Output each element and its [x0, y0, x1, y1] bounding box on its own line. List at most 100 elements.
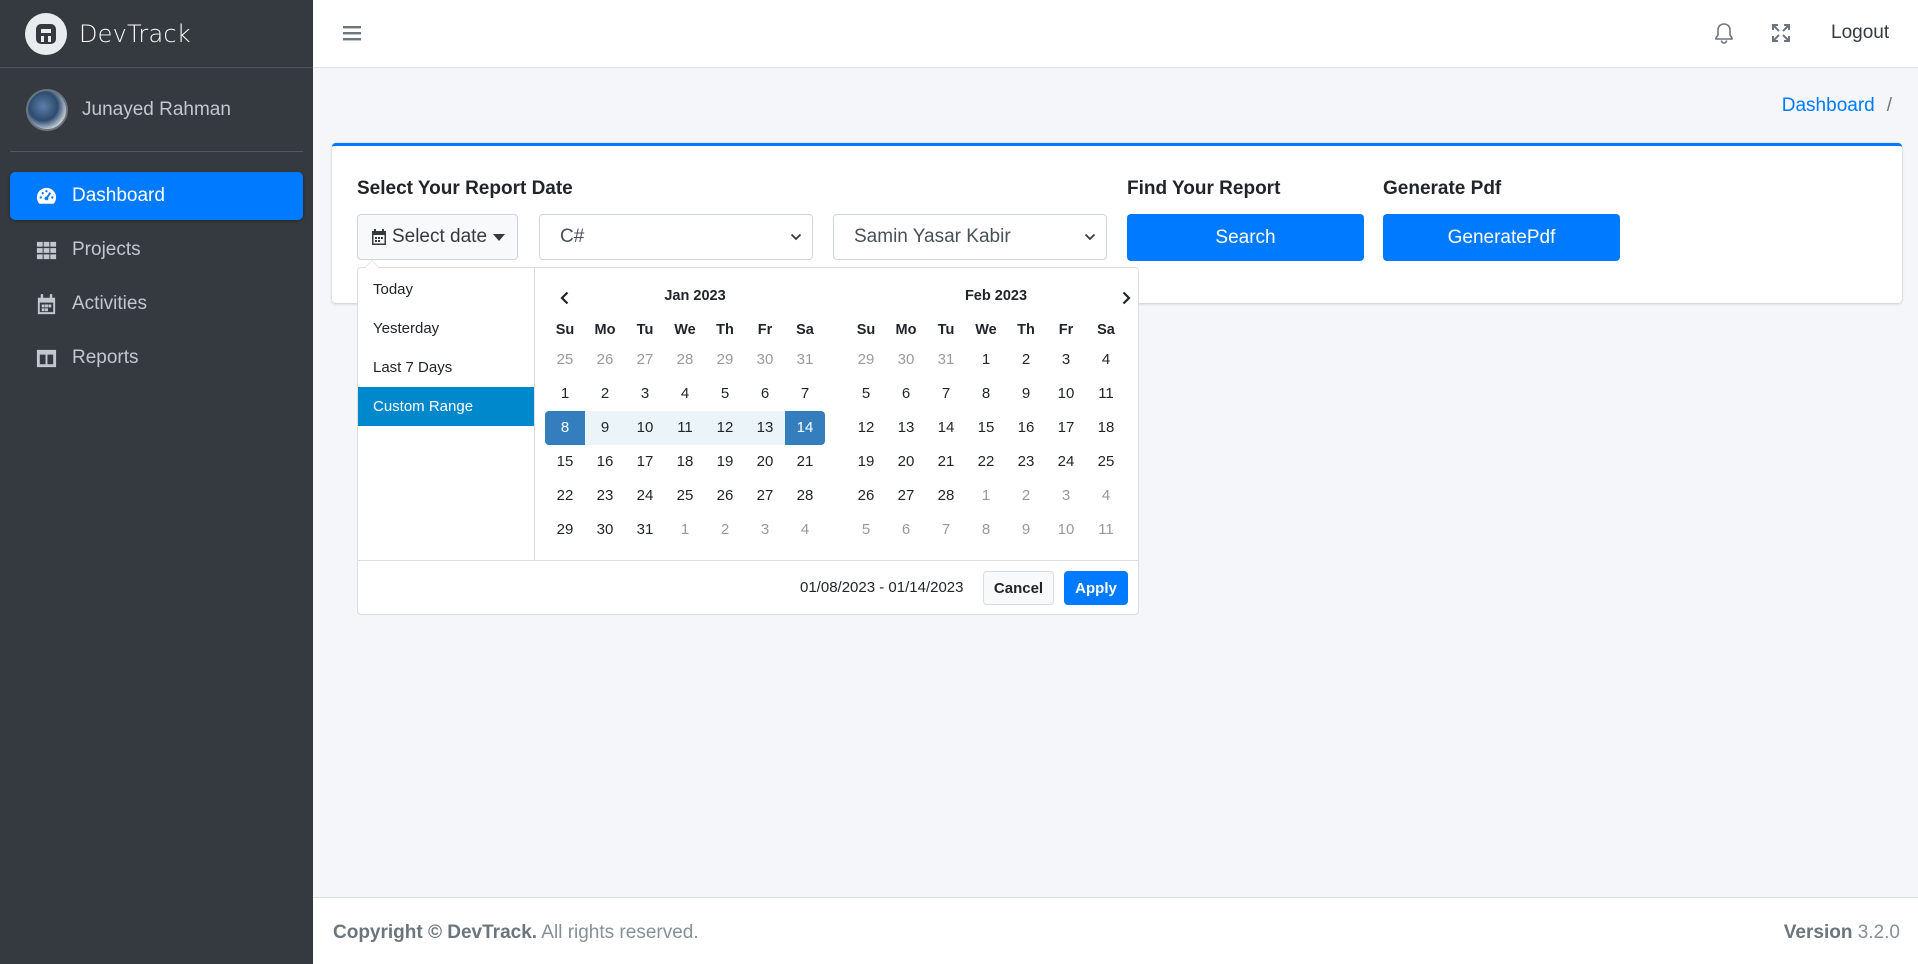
calendar-day[interactable]: 21 [785, 445, 825, 479]
calendar-day[interactable]: 15 [545, 445, 585, 479]
calendar-day[interactable]: 30 [585, 513, 625, 547]
calendar-day[interactable]: 14 [785, 411, 825, 445]
calendar-day[interactable]: 4 [1086, 479, 1126, 513]
calendar-day[interactable]: 29 [545, 513, 585, 547]
sidebar-item-reports[interactable]: Reports [10, 334, 303, 382]
calendar-day[interactable]: 17 [625, 445, 665, 479]
calendar-day[interactable]: 1 [545, 377, 585, 411]
calendar-day[interactable]: 10 [1046, 377, 1086, 411]
calendar-day[interactable]: 3 [1046, 479, 1086, 513]
calendar-day[interactable]: 4 [1086, 343, 1126, 377]
calendar-day[interactable]: 27 [745, 479, 785, 513]
calendar-day[interactable]: 7 [926, 377, 966, 411]
calendar-day[interactable]: 6 [886, 377, 926, 411]
calendar-day[interactable]: 8 [966, 513, 1006, 547]
user-panel[interactable]: Junayed Rahman [10, 68, 303, 152]
calendar-day[interactable]: 28 [665, 343, 705, 377]
language-select[interactable]: C# [539, 214, 813, 260]
calendar-day[interactable]: 17 [1046, 411, 1086, 445]
sidebar-item-projects[interactable]: Projects [10, 226, 303, 274]
calendar-day[interactable]: 1 [966, 343, 1006, 377]
calendar-day[interactable]: 31 [785, 343, 825, 377]
calendar-day[interactable]: 9 [1006, 377, 1046, 411]
calendar-day[interactable]: 5 [846, 377, 886, 411]
calendar-day[interactable]: 2 [1006, 343, 1046, 377]
calendar-day[interactable]: 5 [846, 513, 886, 547]
calendar-day[interactable]: 3 [625, 377, 665, 411]
calendar-day[interactable]: 2 [705, 513, 745, 547]
range-custom[interactable]: Custom Range [358, 387, 534, 426]
calendar-day[interactable]: 24 [625, 479, 665, 513]
copyright-brand[interactable]: Copyright © DevTrack. [333, 922, 537, 943]
calendar-day[interactable]: 18 [665, 445, 705, 479]
calendar-day[interactable]: 20 [886, 445, 926, 479]
calendar-day[interactable]: 13 [745, 411, 785, 445]
calendar-day[interactable]: 1 [665, 513, 705, 547]
calendar-day[interactable]: 11 [1086, 513, 1126, 547]
calendar-day[interactable]: 26 [705, 479, 745, 513]
generate-pdf-button[interactable]: GeneratePdf [1383, 214, 1620, 261]
calendar-day[interactable]: 28 [785, 479, 825, 513]
brand-link[interactable]: DevTrack [0, 0, 313, 68]
sidebar-item-activities[interactable]: Activities [10, 280, 303, 328]
calendar-day[interactable]: 13 [886, 411, 926, 445]
calendar-day[interactable]: 5 [705, 377, 745, 411]
calendar-day[interactable]: 31 [926, 343, 966, 377]
calendar-day[interactable]: 3 [745, 513, 785, 547]
user-name[interactable]: Junayed Rahman [82, 99, 231, 121]
cancel-button[interactable]: Cancel [983, 571, 1054, 605]
calendar-day[interactable]: 3 [1046, 343, 1086, 377]
range-last-7-days[interactable]: Last 7 Days [358, 348, 534, 387]
calendar-day[interactable]: 7 [785, 377, 825, 411]
apply-button[interactable]: Apply [1064, 571, 1128, 605]
calendar-day[interactable]: 27 [886, 479, 926, 513]
range-yesterday[interactable]: Yesterday [358, 309, 534, 348]
calendar-day[interactable]: 27 [625, 343, 665, 377]
calendar-day[interactable]: 22 [545, 479, 585, 513]
calendar-day[interactable]: 9 [585, 411, 625, 445]
next-month-icon[interactable] [1118, 290, 1134, 306]
calendar-day[interactable]: 29 [846, 343, 886, 377]
calendar-day[interactable]: 2 [585, 377, 625, 411]
calendar-day[interactable]: 24 [1046, 445, 1086, 479]
calendar-day[interactable]: 9 [1006, 513, 1046, 547]
select-date-button[interactable]: Select date [357, 214, 518, 260]
calendar-day[interactable]: 21 [926, 445, 966, 479]
calendar-day[interactable]: 25 [1086, 445, 1126, 479]
calendar-day[interactable]: 12 [705, 411, 745, 445]
calendar-day[interactable]: 14 [926, 411, 966, 445]
person-select[interactable]: Samin Yasar Kabir [833, 214, 1107, 260]
calendar-day[interactable]: 23 [585, 479, 625, 513]
calendar-day[interactable]: 16 [1006, 411, 1046, 445]
fullscreen-icon[interactable] [1770, 22, 1792, 44]
calendar-day[interactable]: 2 [1006, 479, 1046, 513]
calendar-day[interactable]: 25 [665, 479, 705, 513]
range-today[interactable]: Today [358, 270, 534, 309]
calendar-day[interactable]: 11 [665, 411, 705, 445]
calendar-day[interactable]: 10 [625, 411, 665, 445]
calendar-day[interactable]: 23 [1006, 445, 1046, 479]
calendar-day[interactable]: 6 [745, 377, 785, 411]
calendar-day[interactable]: 7 [926, 513, 966, 547]
calendar-day[interactable]: 29 [705, 343, 745, 377]
calendar-day[interactable]: 15 [966, 411, 1006, 445]
sidebar-item-dashboard[interactable]: Dashboard [10, 172, 303, 220]
calendar-day[interactable]: 8 [545, 411, 585, 445]
calendar-day[interactable]: 22 [966, 445, 1006, 479]
calendar-day[interactable]: 26 [585, 343, 625, 377]
calendar-day[interactable]: 1 [966, 479, 1006, 513]
calendar-day[interactable]: 12 [846, 411, 886, 445]
menu-toggle-icon[interactable] [341, 22, 363, 44]
calendar-day[interactable]: 30 [745, 343, 785, 377]
logout-link[interactable]: Logout [1831, 22, 1889, 44]
calendar-day[interactable]: 25 [545, 343, 585, 377]
calendar-day[interactable]: 20 [745, 445, 785, 479]
calendar-day[interactable]: 11 [1086, 377, 1126, 411]
calendar-day[interactable]: 31 [625, 513, 665, 547]
calendar-day[interactable]: 16 [585, 445, 625, 479]
calendar-day[interactable]: 18 [1086, 411, 1126, 445]
calendar-day[interactable]: 6 [886, 513, 926, 547]
calendar-day[interactable]: 10 [1046, 513, 1086, 547]
bell-icon[interactable] [1713, 22, 1735, 44]
calendar-day[interactable]: 19 [846, 445, 886, 479]
